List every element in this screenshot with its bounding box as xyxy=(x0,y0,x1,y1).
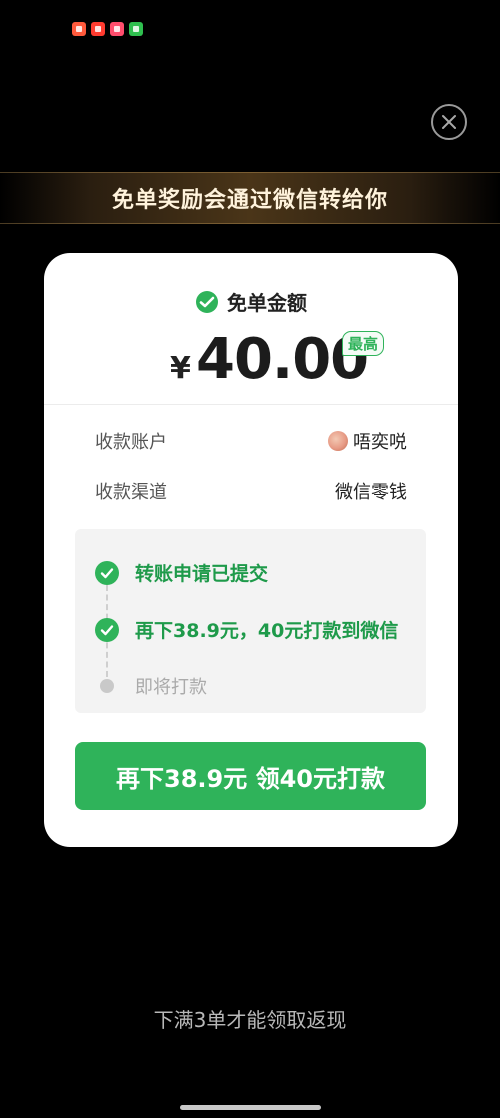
status-bar-app-icons xyxy=(72,22,143,36)
cta-button[interactable]: 再下38.9元 领40元打款 xyxy=(75,742,426,810)
app-icon-3 xyxy=(110,22,124,36)
account-value: 唔奕哾 xyxy=(328,428,407,454)
amount-header: 免单金额 xyxy=(44,287,458,316)
banner-text: 免单奖励会通过微信转给你 xyxy=(111,188,388,213)
account-name: 唔奕哾 xyxy=(353,432,407,453)
close-button[interactable] xyxy=(431,104,467,140)
app-icon-2 xyxy=(91,22,105,36)
home-indicator[interactable] xyxy=(180,1105,321,1110)
currency-symbol: ¥ xyxy=(170,351,191,386)
step-pending: 即将打款 xyxy=(95,673,207,699)
reward-card: 免单金额 ¥ 40.00 最高 收款账户 唔奕哾 收款渠道 微信零钱 转账申请已… xyxy=(44,253,458,847)
amount-row: ¥ 40.00 最高 xyxy=(44,327,458,397)
step-purchase: 再下38.9元，40元打款到微信 xyxy=(95,616,398,643)
divider xyxy=(44,404,458,405)
wechat-pay-icon xyxy=(196,290,218,313)
pending-dot-icon xyxy=(100,679,114,693)
app-icon-1 xyxy=(72,22,86,36)
max-badge: 最高 xyxy=(342,331,385,356)
close-icon xyxy=(442,115,456,129)
step-submitted: 转账申请已提交 xyxy=(95,559,268,586)
amount-title: 免单金额 xyxy=(227,291,307,315)
step-text: 再下38.9元，40元打款到微信 xyxy=(135,620,399,642)
info-label: 收款账户 xyxy=(95,432,167,453)
app-icon-4 xyxy=(129,22,143,36)
avatar xyxy=(328,431,348,451)
info-label: 收款渠道 xyxy=(95,482,167,503)
step-text: 转账申请已提交 xyxy=(135,563,269,585)
check-icon xyxy=(95,617,119,642)
progress-box: 转账申请已提交 再下38.9元，40元打款到微信 即将打款 xyxy=(75,529,426,713)
footer-hint: 下满3单才能领取返现 xyxy=(153,1008,347,1032)
step-text: 即将打款 xyxy=(135,677,207,698)
check-icon xyxy=(95,560,119,585)
reward-banner: 免单奖励会通过微信转给你 xyxy=(0,172,500,224)
info-row-account: 收款账户 唔奕哾 xyxy=(95,427,407,455)
channel-value: 微信零钱 xyxy=(335,482,407,503)
info-row-channel: 收款渠道 微信零钱 xyxy=(95,477,407,505)
